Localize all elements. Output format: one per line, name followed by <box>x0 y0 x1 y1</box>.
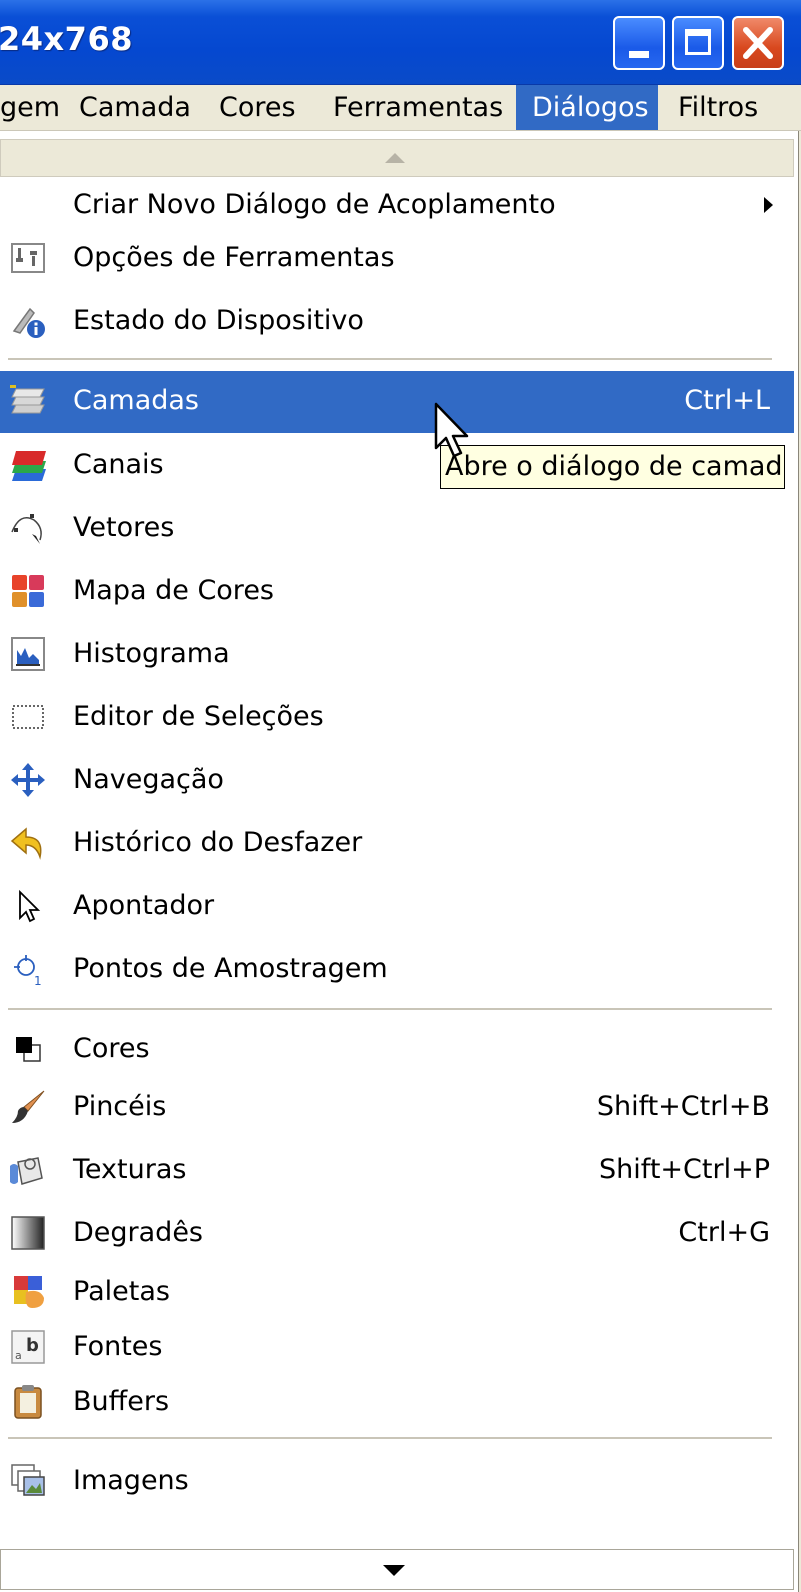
menu-item-shortcut: Ctrl+L <box>684 385 770 416</box>
scroll-up-button[interactable] <box>0 139 794 177</box>
menu-item-vetores[interactable]: Vetores <box>0 498 794 558</box>
images-icon <box>11 1464 45 1496</box>
gradients-icon <box>11 1216 45 1250</box>
menu-item-historico-do-desfazer[interactable]: Histórico do Desfazer <box>0 813 794 873</box>
buffers-icon <box>14 1385 42 1419</box>
scroll-down-icon <box>383 1565 405 1576</box>
undo-history-icon <box>10 827 42 860</box>
selection-editor-icon <box>12 705 44 729</box>
menu-item-navegacao[interactable]: Navegação <box>0 750 794 810</box>
scroll-down-button[interactable] <box>0 1549 794 1590</box>
menu-item-shortcut: Ctrl+G <box>678 1217 770 1248</box>
dialogs-menu: Criar Novo Diálogo de Acoplamento Opções… <box>0 131 799 1592</box>
minimize-button[interactable] <box>613 16 665 70</box>
tooltip: Abre o diálogo de camadas <box>440 445 785 489</box>
menu-item-texturas[interactable]: Texturas Shift+Ctrl+P <box>0 1140 794 1200</box>
menu-item-mapa-de-cores[interactable]: Mapa de Cores <box>0 561 794 621</box>
menu-item-label: Editor de Seleções <box>73 701 324 732</box>
menu-item-apontador[interactable]: Apontador <box>0 876 794 936</box>
menu-item-label: Mapa de Cores <box>73 575 274 606</box>
menu-separator <box>8 1008 772 1010</box>
close-icon <box>743 27 773 59</box>
menu-camada[interactable]: Camada <box>79 85 191 130</box>
sample-points-icon: 1 <box>14 955 42 987</box>
svg-text:1: 1 <box>34 974 42 987</box>
menu-item-label: Imagens <box>73 1465 189 1496</box>
menu-item-label: Opções de Ferramentas <box>73 242 395 273</box>
navigation-icon <box>11 763 45 797</box>
window-title: 24x768 <box>0 20 133 58</box>
tool-options-icon <box>11 243 45 273</box>
menu-item-shortcut: Shift+Ctrl+P <box>599 1154 770 1185</box>
fonts-icon: b a <box>11 1330 45 1364</box>
menu-separator <box>8 1437 772 1439</box>
menu-item-editor-de-selecoes[interactable]: Editor de Seleções <box>0 687 794 747</box>
menu-item-paletas[interactable]: Paletas <box>0 1262 794 1322</box>
menu-item-label: Pontos de Amostragem <box>73 953 388 984</box>
submenu-arrow-icon <box>764 197 773 213</box>
menu-item-imagens[interactable]: Imagens <box>0 1451 794 1511</box>
colormap-icon <box>12 575 44 607</box>
menu-item-pinceis[interactable]: Pincéis Shift+Ctrl+B <box>0 1077 794 1137</box>
svg-text:a: a <box>15 1349 22 1362</box>
menu-item-estado-do-dispositivo[interactable]: Estado do Dispositivo <box>0 291 794 351</box>
maximize-icon <box>685 29 711 55</box>
menu-item-label: Fontes <box>73 1331 163 1362</box>
svg-text:b: b <box>26 1335 39 1356</box>
menu-item-label: Canais <box>73 449 164 480</box>
menu-item-label: Degradês <box>73 1217 204 1248</box>
menu-item-label: Estado do Dispositivo <box>73 305 364 336</box>
menu-item-pontos-de-amostragem[interactable]: 1 Pontos de Amostragem <box>0 939 794 999</box>
menu-item-label: Criar Novo Diálogo de Acoplamento <box>73 189 556 220</box>
menu-item-buffers[interactable]: Buffers <box>0 1372 794 1432</box>
pointer-icon <box>19 889 41 923</box>
layers-icon <box>10 385 45 414</box>
menu-item-label: Navegação <box>73 764 224 795</box>
menu-item-criar-novo-dialogo[interactable]: Criar Novo Diálogo de Acoplamento <box>0 175 794 235</box>
close-button[interactable] <box>732 16 784 70</box>
menu-separator <box>8 358 772 360</box>
menu-item-camadas[interactable]: Camadas Ctrl+L <box>0 371 794 433</box>
minimize-icon <box>629 51 649 58</box>
menu-bar: gem Camada Cores Ferramentas Diálogos Fi… <box>0 85 801 131</box>
menu-item-histograma[interactable]: Histograma <box>0 624 794 684</box>
menu-item-shortcut: Shift+Ctrl+B <box>596 1091 770 1122</box>
menu-item-fontes[interactable]: b a Fontes <box>0 1317 794 1377</box>
maximize-button[interactable] <box>672 16 724 70</box>
menu-item-label: Histograma <box>73 638 230 669</box>
menu-item-label: Cores <box>73 1033 150 1064</box>
menu-item-cores[interactable]: Cores <box>0 1019 794 1079</box>
menu-imagem[interactable]: gem <box>0 85 60 130</box>
menu-item-label: Pincéis <box>73 1091 167 1122</box>
menu-cores[interactable]: Cores <box>219 85 296 130</box>
menu-item-label: Paletas <box>73 1276 170 1307</box>
patterns-icon <box>10 1157 43 1185</box>
menu-filtros[interactable]: Filtros <box>678 85 758 130</box>
brushes-icon <box>12 1090 45 1123</box>
menu-dialogos[interactable]: Diálogos <box>516 85 658 130</box>
histogram-icon <box>11 637 45 671</box>
title-bar: 24x768 <box>0 0 801 85</box>
menu-item-degrades[interactable]: Degradês Ctrl+G <box>0 1203 794 1263</box>
menu-item-label: Vetores <box>73 512 175 543</box>
channels-icon <box>12 451 46 481</box>
menu-item-opcoes-de-ferramentas[interactable]: Opções de Ferramentas <box>0 228 794 288</box>
menu-item-label: Buffers <box>73 1386 170 1417</box>
colors-icon <box>16 1037 41 1062</box>
menu-item-label: Camadas <box>73 385 199 416</box>
paths-icon <box>11 514 42 544</box>
menu-item-label: Texturas <box>73 1154 187 1185</box>
scroll-up-icon <box>385 153 405 163</box>
mouse-cursor-icon <box>434 402 469 458</box>
menu-item-label: Apontador <box>73 890 215 921</box>
device-status-icon <box>12 307 45 338</box>
menu-ferramentas[interactable]: Ferramentas <box>333 85 503 130</box>
palettes-icon <box>14 1276 44 1308</box>
menu-item-label: Histórico do Desfazer <box>73 827 363 858</box>
